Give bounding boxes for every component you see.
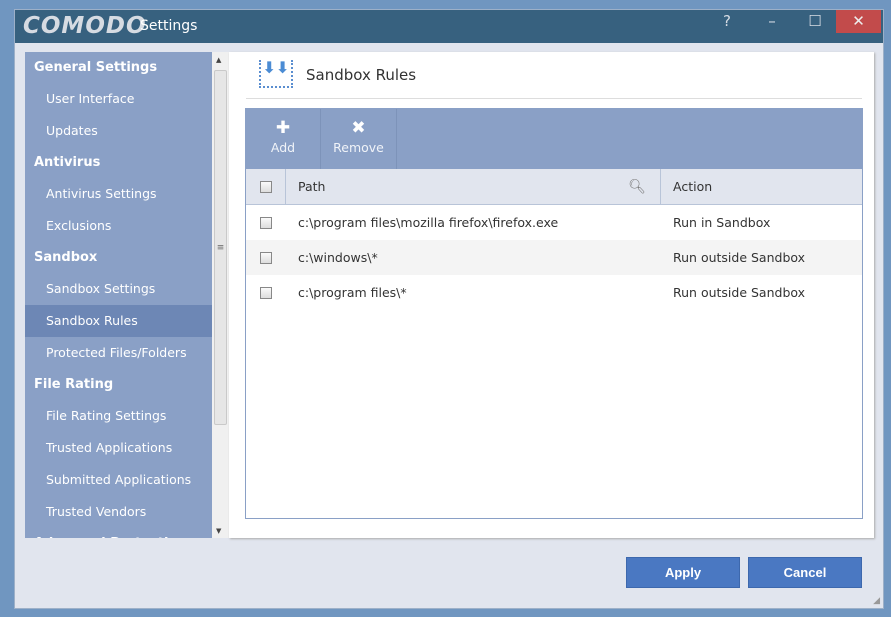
sidebar-item[interactable]: User Interface: [25, 83, 212, 115]
sidebar-section[interactable]: Advanced Protection: [25, 528, 212, 538]
sidebar-item[interactable]: Protected Files/Folders: [25, 337, 212, 369]
remove-label: Remove: [333, 140, 384, 155]
scroll-up-icon[interactable]: ▲: [216, 56, 221, 64]
table-header: Path 🔍︎ Action: [246, 169, 862, 205]
comodo-logo: COMODO: [23, 13, 147, 39]
column-path[interactable]: Path: [298, 179, 325, 194]
title-bar: COMODO Settings ? – ☐ ✕: [15, 10, 883, 43]
sidebar-item[interactable]: Sandbox Settings: [25, 273, 212, 305]
table-row[interactable]: c:\windows\* Run outside Sandbox: [246, 240, 862, 275]
sidebar-section[interactable]: General Settings: [25, 52, 212, 83]
sidebar-section[interactable]: File Rating: [25, 369, 212, 400]
sidebar-item[interactable]: Trusted Applications: [25, 432, 212, 464]
plus-icon: ✚: [275, 118, 291, 138]
rule-action: Run in Sandbox: [673, 215, 771, 230]
table-row[interactable]: c:\program files\mozilla firefox\firefox…: [246, 205, 862, 240]
rule-path: c:\windows\*: [298, 250, 378, 265]
table-row[interactable]: c:\program files\* Run outside Sandbox: [246, 275, 862, 310]
page-title: Sandbox Rules: [306, 66, 417, 84]
minimize-button[interactable]: –: [752, 10, 792, 33]
add-button[interactable]: ✚ Add: [246, 109, 321, 169]
row-checkbox[interactable]: [260, 286, 272, 299]
divider: [246, 98, 862, 99]
sidebar-item[interactable]: Submitted Applications: [25, 464, 212, 496]
sidebar-scrollbar[interactable]: ▲ ≡ ▼: [212, 52, 229, 538]
table-toolbar: ✚ Add ✖ Remove: [246, 109, 862, 169]
main-panel: ⬇⬇ Sandbox Rules ✚ Add ✖ Remove Path 🔍︎ A…: [229, 52, 874, 538]
scroll-down-icon[interactable]: ▼: [216, 527, 221, 535]
sidebar-item[interactable]: Updates: [25, 115, 212, 147]
add-label: Add: [270, 140, 296, 155]
row-checkbox[interactable]: [260, 251, 272, 264]
search-icon[interactable]: 🔍︎: [628, 179, 646, 195]
sidebar-section[interactable]: Antivirus: [25, 147, 212, 178]
sidebar-item[interactable]: Exclusions: [25, 210, 212, 242]
settings-sidebar: General Settings User Interface Updates Ant…: [25, 52, 212, 538]
rule-action: Run outside Sandbox: [673, 250, 806, 265]
settings-window: COMODO Settings ? – ☐ ✕ General Settings…: [14, 9, 884, 609]
rule-path: c:\program files\mozilla firefox\firefox…: [298, 215, 559, 230]
column-action[interactable]: Action: [673, 179, 712, 194]
apply-button[interactable]: Apply: [626, 557, 740, 588]
sidebar-item[interactable]: Sandbox Rules: [25, 305, 212, 337]
x-icon: ✖: [351, 118, 366, 138]
select-all-checkbox[interactable]: [259, 180, 272, 193]
maximize-button[interactable]: ☐: [795, 10, 835, 33]
rule-path: c:\program files\*: [298, 285, 407, 300]
sandbox-rules-icon: ⬇⬇: [259, 60, 293, 88]
sidebar-item[interactable]: Trusted Vendors: [25, 496, 212, 528]
sidebar-section[interactable]: Sandbox: [25, 242, 212, 273]
scrollbar-thumb[interactable]: ≡: [214, 70, 227, 425]
cancel-button[interactable]: Cancel: [748, 557, 862, 588]
rule-action: Run outside Sandbox: [673, 285, 806, 300]
remove-button[interactable]: ✖ Remove: [321, 109, 397, 169]
resize-grip-icon[interactable]: ◢: [873, 596, 880, 606]
window-title: Settings: [140, 18, 198, 34]
row-checkbox[interactable]: [260, 216, 272, 229]
close-button[interactable]: ✕: [836, 10, 881, 33]
help-button[interactable]: ?: [707, 10, 747, 33]
sidebar-item[interactable]: Antivirus Settings: [25, 178, 212, 210]
sidebar-item[interactable]: File Rating Settings: [25, 400, 212, 432]
rules-table: ✚ Add ✖ Remove Path 🔍︎ Action c:\program …: [245, 108, 863, 519]
